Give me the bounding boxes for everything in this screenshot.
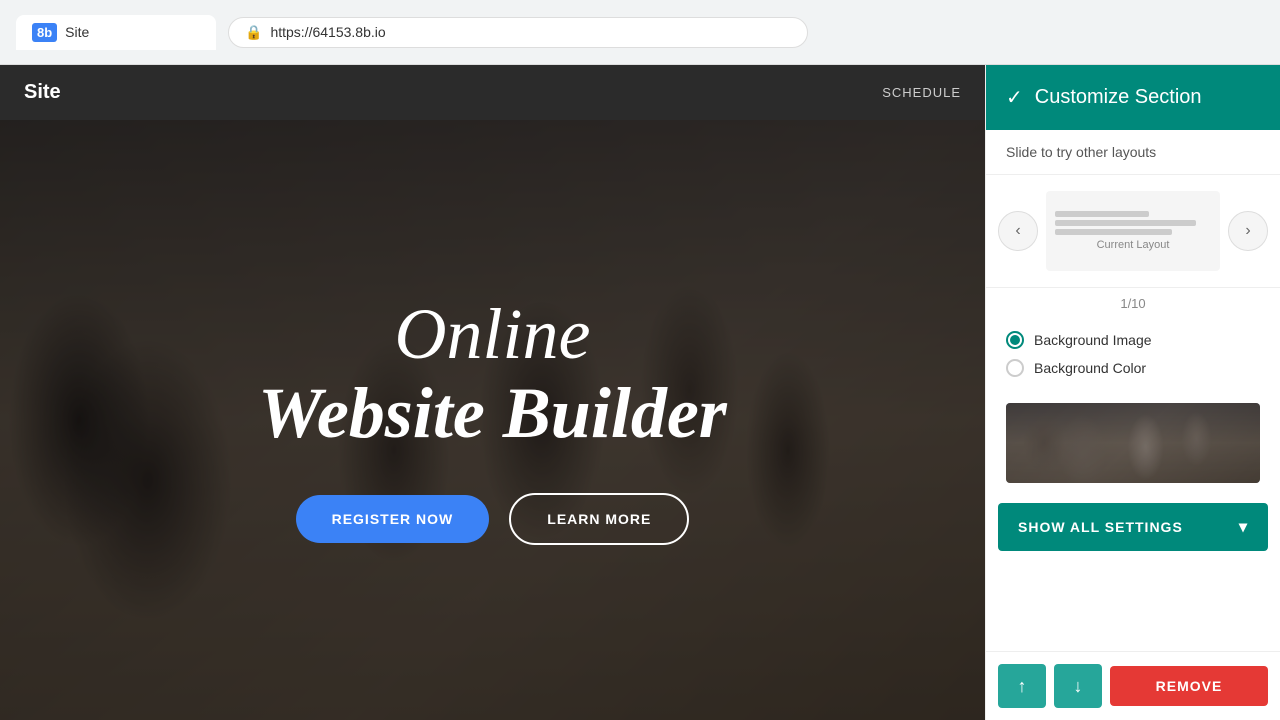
hero-title-line1: Online (395, 295, 591, 374)
panel-options: Background Image Background Color (986, 319, 1280, 399)
hero-section: Online Website Builder REGISTER NOW LEAR… (0, 120, 985, 720)
site-navbar: Site SCHEDULE (0, 65, 985, 120)
bg-color-option[interactable]: Background Color (1006, 359, 1260, 377)
tab-title: Site (65, 24, 89, 40)
bg-image-option[interactable]: Background Image (1006, 331, 1260, 349)
next-layout-button[interactable]: › (1228, 211, 1268, 251)
move-up-button[interactable]: ↑ (998, 664, 1046, 708)
layout-line-1 (1055, 211, 1149, 217)
prev-layout-button[interactable]: ‹ (998, 211, 1038, 251)
browser-tab[interactable]: 8b Site (16, 15, 216, 50)
bg-image-label: Background Image (1034, 332, 1152, 348)
show-all-settings-button[interactable]: SHOW ALL SETTINGS ▾ (998, 503, 1268, 551)
hero-title-line2: Website Builder (258, 374, 727, 453)
tab-logo: 8b (32, 23, 57, 42)
browser-bar: 8b Site 🔒 https://64153.8b.io (0, 0, 1280, 65)
address-bar[interactable]: 🔒 https://64153.8b.io (228, 17, 808, 48)
layout-line-2 (1055, 220, 1196, 226)
register-now-button[interactable]: REGISTER NOW (296, 495, 490, 543)
layout-line-3 (1055, 229, 1172, 235)
remove-button[interactable]: REMOVE (1110, 666, 1268, 706)
prev-icon: ‹ (1015, 222, 1020, 240)
show-settings-label: SHOW ALL SETTINGS (1018, 519, 1183, 535)
hero-buttons: REGISTER NOW LEARN MORE (296, 493, 690, 545)
layout-lines (1055, 211, 1212, 235)
url-text: https://64153.8b.io (270, 24, 385, 40)
chevron-down-icon: ▾ (1239, 517, 1248, 537)
lock-icon: 🔒 (245, 24, 262, 41)
move-down-button[interactable]: ↓ (1054, 664, 1102, 708)
nav-link-schedule[interactable]: SCHEDULE (882, 85, 961, 100)
panel-header: ✓ Customize Section (986, 65, 1280, 130)
website-preview: Site SCHEDULE Online Website Builder REG… (0, 65, 985, 720)
bg-image-inner (1006, 403, 1260, 483)
panel-title: Customize Section (1035, 86, 1202, 109)
bg-color-label: Background Color (1034, 360, 1146, 376)
customize-panel: ✓ Customize Section Slide to try other l… (985, 65, 1280, 720)
hero-content: Online Website Builder REGISTER NOW LEAR… (0, 120, 985, 720)
learn-more-button[interactable]: LEARN MORE (509, 493, 689, 545)
bg-image-radio[interactable] (1006, 331, 1024, 349)
up-arrow-icon: ↑ (1018, 676, 1027, 697)
bg-image-preview[interactable] (1006, 403, 1260, 483)
layout-slider: ‹ Current Layout › (986, 175, 1280, 288)
current-layout-label: Current Layout (1097, 239, 1170, 251)
down-arrow-icon: ↓ (1074, 676, 1083, 697)
layout-preview: Current Layout (1046, 191, 1220, 271)
check-icon: ✓ (1006, 85, 1023, 110)
site-logo: Site (24, 81, 61, 104)
panel-subtitle: Slide to try other layouts (986, 130, 1280, 175)
next-icon: › (1245, 222, 1250, 240)
layout-counter: 1/10 (986, 288, 1280, 319)
bg-color-radio[interactable] (1006, 359, 1024, 377)
nav-links: SCHEDULE (882, 85, 961, 100)
main-area: Site SCHEDULE Online Website Builder REG… (0, 65, 1280, 720)
panel-footer: ↑ ↓ REMOVE (986, 651, 1280, 720)
panel-spacer (986, 559, 1280, 651)
